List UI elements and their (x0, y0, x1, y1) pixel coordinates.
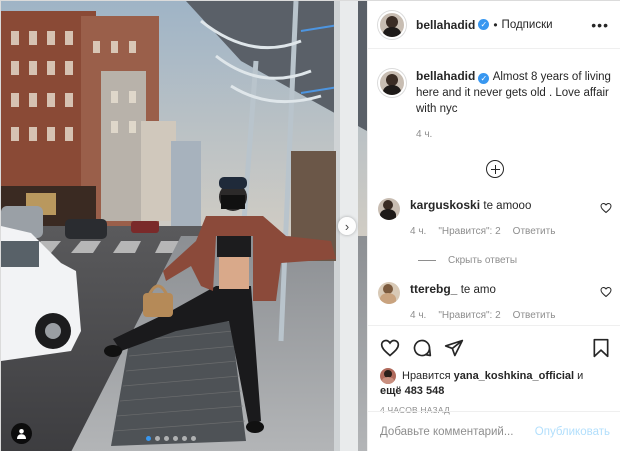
carousel-dot (182, 436, 187, 441)
comment-body: tterebg_ te amo 4 ч. "Нравится": 2 Ответ… (410, 282, 594, 323)
caption-meta: 4 ч. (416, 127, 612, 142)
comment-time: 4 ч. (410, 310, 427, 321)
post-header: bellahadid ✓ • Подписки ••• (368, 1, 620, 49)
heart-icon[interactable] (380, 338, 400, 358)
comment-text: te amooo (483, 200, 532, 212)
liker-avatar[interactable] (380, 368, 396, 384)
follow-status-button[interactable]: Подписки (502, 19, 553, 31)
comment-time: 4 ч. (410, 226, 427, 237)
caption-time: 4 ч. (416, 129, 433, 140)
comment-username[interactable]: karguskoski (410, 198, 480, 212)
likes-count-button[interactable]: ещё 483 548 (380, 385, 610, 397)
replies-divider-line (418, 260, 436, 261)
load-more-comments (378, 160, 612, 178)
caption: bellahadid ✓ Almost 8 years of living her… (378, 69, 612, 142)
comment-icon[interactable] (412, 338, 432, 358)
commenter-avatar[interactable] (378, 198, 400, 220)
comment-username[interactable]: tterebg_ (410, 282, 457, 296)
hide-replies-button[interactable]: Скрыть ответы (418, 255, 612, 266)
carousel-dot (155, 436, 160, 441)
comment-likes-count[interactable]: "Нравится": 2 (438, 308, 500, 323)
heart-icon[interactable] (600, 286, 612, 298)
carousel-dot (164, 436, 169, 441)
likes-prefix: Нравится (402, 370, 451, 382)
comment-meta: 4 ч. "Нравится": 2 Ответить (410, 224, 594, 239)
reply-button[interactable]: Ответить (513, 308, 556, 323)
post-photo[interactable]: › (1, 1, 367, 451)
tag-user-icon (17, 429, 26, 439)
comment-text: te amo (460, 284, 496, 296)
author-username[interactable]: bellahadid (416, 18, 475, 32)
street-photo-illustration (1, 1, 367, 451)
comment-likes-count[interactable]: "Нравится": 2 (438, 224, 500, 239)
hide-replies-label: Скрыть ответы (448, 255, 518, 266)
carousel-indicator (146, 436, 196, 441)
more-options-icon[interactable]: ••• (591, 18, 609, 32)
comment-item: tterebg_ te amo 4 ч. "Нравится": 2 Ответ… (378, 282, 612, 323)
caption-body: bellahadid ✓ Almost 8 years of living her… (416, 69, 612, 142)
comments-list: bellahadid ✓ Almost 8 years of living her… (368, 49, 620, 325)
carousel-dot (191, 436, 196, 441)
separator-dot: • (493, 17, 498, 32)
share-icon[interactable] (444, 338, 464, 358)
post-side-panel: bellahadid ✓ • Подписки ••• bellahadid ✓ … (367, 1, 620, 451)
verified-badge-icon: ✓ (478, 73, 490, 84)
comment-meta: 4 ч. "Нравится": 2 Ответить (410, 308, 594, 323)
heart-icon[interactable] (600, 202, 612, 214)
carousel-dot (146, 436, 151, 441)
comment-input[interactable] (380, 426, 535, 438)
tagged-users-button[interactable] (11, 423, 32, 444)
carousel-next-button[interactable]: › (338, 217, 356, 235)
likes-joiner: и (577, 370, 584, 382)
post-actions: Нравится yana_koshkina_official и ещё 48… (368, 325, 620, 415)
author-avatar[interactable] (378, 10, 406, 39)
carousel-dot (173, 436, 178, 441)
comment-body: karguskoski te amooo 4 ч. "Нравится": 2 … (410, 198, 594, 239)
commenter-avatar[interactable] (378, 282, 400, 304)
reply-button[interactable]: Ответить (513, 224, 556, 239)
publish-button[interactable]: Опубликовать (535, 426, 610, 438)
chevron-right-icon: › (344, 218, 350, 234)
add-comment-bar: Опубликовать (368, 411, 620, 451)
caption-username[interactable]: bellahadid (416, 69, 475, 83)
verified-badge-icon: ✓ (478, 19, 490, 30)
likes-summary: Нравится yana_koshkina_official и (380, 368, 610, 384)
liker-username[interactable]: yana_koshkina_official (454, 370, 574, 382)
bookmark-icon[interactable] (592, 338, 610, 358)
add-circle-icon[interactable] (486, 160, 504, 178)
action-icons-row (380, 334, 610, 362)
post-dialog: › bellahadid ✓ • Подписки ••• bellahadid… (0, 0, 620, 451)
caption-author-avatar[interactable] (378, 69, 406, 97)
likes-text: Нравится yana_koshkina_official и (402, 369, 583, 383)
comment-item: karguskoski te amooo 4 ч. "Нравится": 2 … (378, 198, 612, 239)
